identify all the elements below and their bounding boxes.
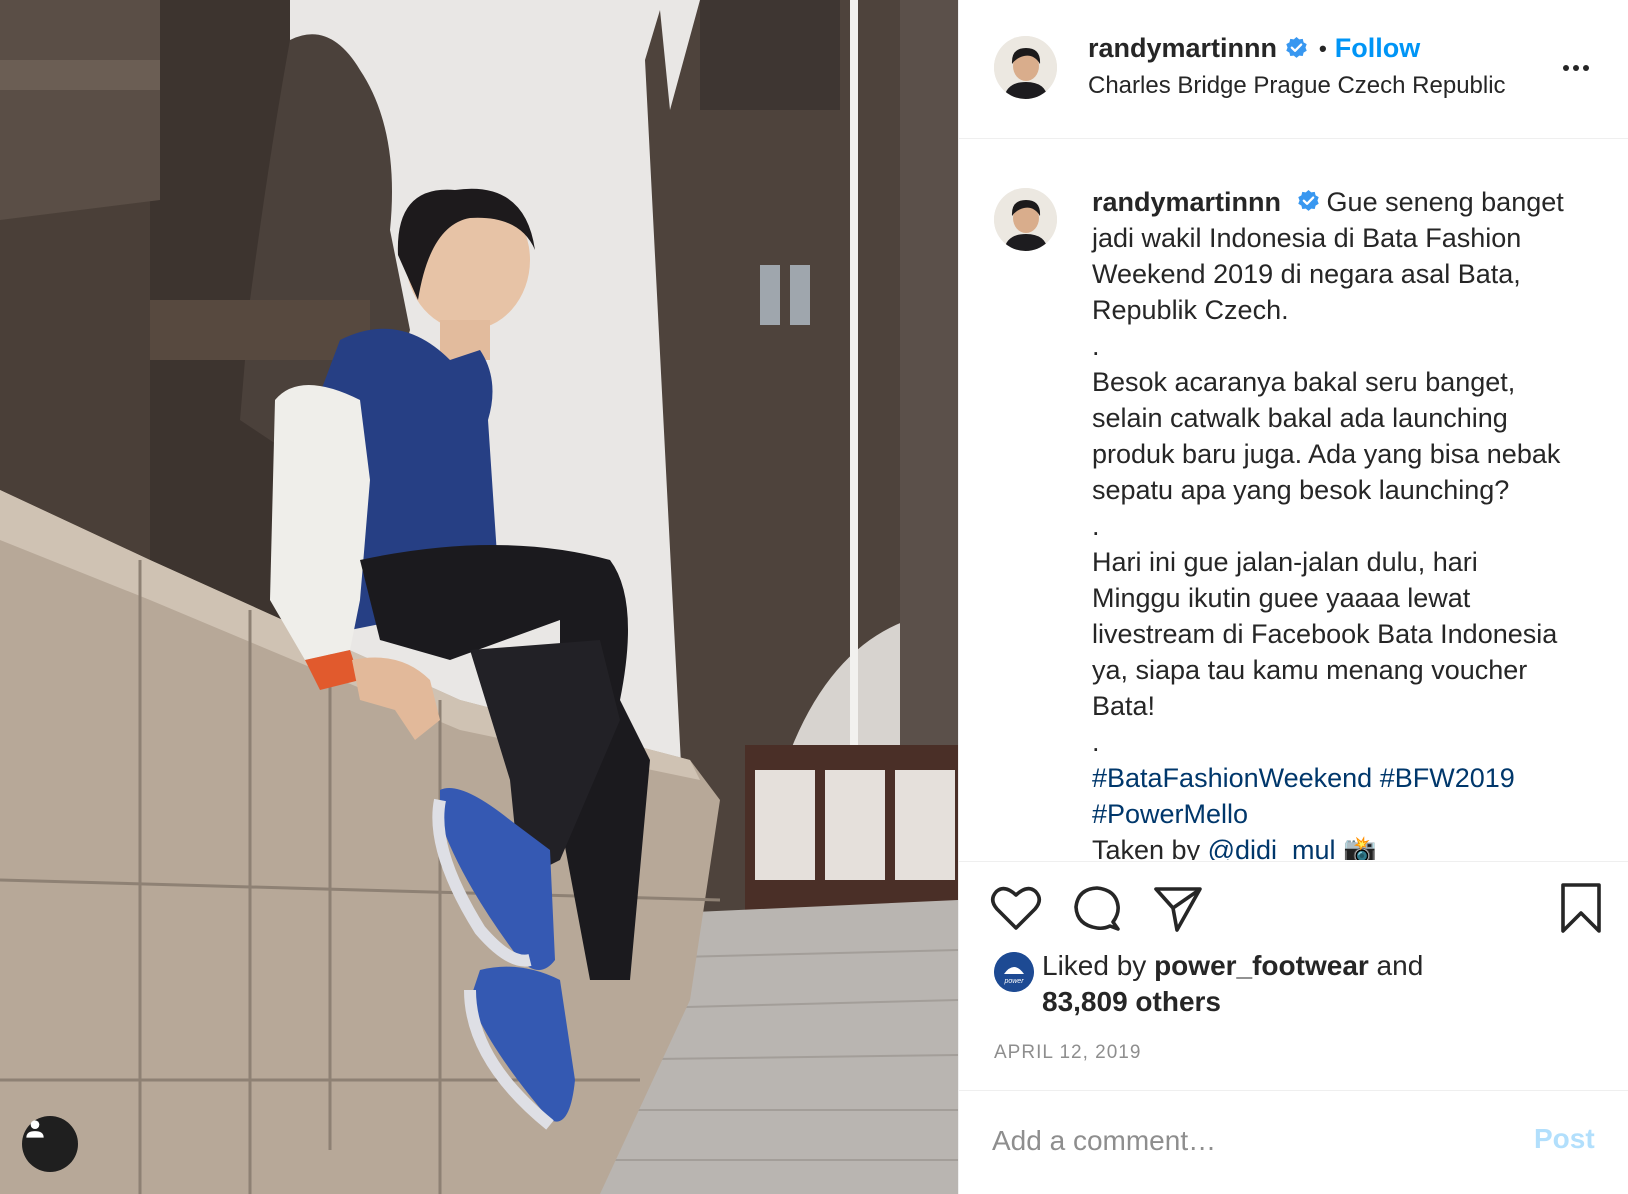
post-photo-illustration — [0, 0, 958, 1194]
author-line: randymartinnn • Follow — [1088, 33, 1420, 64]
caption-line: ya, siapa tau kamu menang voucher — [1092, 655, 1528, 685]
caption-username[interactable]: randymartinnn — [1092, 187, 1281, 217]
hashtags-line[interactable]: #PowerMello — [1092, 796, 1602, 832]
more-options-icon[interactable] — [1563, 58, 1597, 78]
comment-input[interactable] — [992, 1119, 1492, 1163]
caption-avatar-image — [994, 188, 1057, 251]
caption-line: Bata! — [1092, 691, 1156, 721]
caption-line: selain catwalk bakal ada launching — [1092, 403, 1508, 433]
author-username[interactable]: randymartinnn — [1088, 33, 1277, 64]
user-icon — [26, 1120, 44, 1138]
caption-line: Minggu ikutin guee yaaaa lewat — [1092, 583, 1471, 613]
likes-summary: Liked by power_footwear and 83,809 other… — [1042, 948, 1602, 1020]
separator-dot: • — [1319, 35, 1327, 61]
verified-badge-icon — [1296, 187, 1321, 212]
caption-line: Gue seneng banget — [1326, 187, 1564, 217]
likes-and-label: and — [1368, 950, 1424, 981]
caption-line: jadi wakil Indonesia di Bata Fashion — [1092, 223, 1522, 253]
verified-badge-icon — [1284, 36, 1309, 61]
caption-line: livestream di Facebook Bata Indonesia — [1092, 619, 1558, 649]
post-caption: randymartinnn Gue seneng banget jadi wak… — [1092, 184, 1602, 860]
post-photo[interactable] — [0, 0, 958, 1194]
heart-icon[interactable] — [990, 884, 1042, 937]
taken-by-line: Taken by @didi_mul 📸 — [1092, 832, 1602, 860]
caption-section: randymartinnn Gue seneng banget jadi wak… — [959, 140, 1628, 860]
caption-line: Hari ini gue jalan-jalan dulu, hari — [1092, 547, 1478, 577]
post-actions: power Liked by power_footwear and 83,809… — [959, 861, 1628, 1091]
post-comment-button[interactable]: Post — [1534, 1123, 1595, 1155]
photographer-mention[interactable]: @didi_mul — [1208, 835, 1336, 860]
tagged-users-button[interactable] — [22, 1116, 78, 1172]
power-logo-icon: power — [994, 952, 1034, 992]
follow-button[interactable]: Follow — [1335, 33, 1420, 64]
author-avatar[interactable] — [994, 36, 1057, 99]
caption-line: Weekend 2019 di negara asal Bata, — [1092, 259, 1521, 289]
svg-text:power: power — [1003, 978, 1024, 985]
caption-first-line: randymartinnn Gue seneng banget — [1092, 184, 1602, 220]
caption-line: . — [1092, 331, 1100, 361]
likes-count[interactable]: 83,809 others — [1042, 986, 1221, 1017]
caption-line: . — [1092, 511, 1100, 541]
post-location[interactable]: Charles Bridge Prague Czech Republic — [1088, 72, 1506, 100]
caption-line: produk baru juga. Ada yang bisa nebak — [1092, 439, 1561, 469]
hashtags-line[interactable]: #BataFashionWeekend #BFW2019 — [1092, 760, 1602, 796]
taken-by-label: Taken by — [1092, 835, 1208, 860]
post-date[interactable]: APRIL 12, 2019 — [994, 1042, 1141, 1064]
liker-avatar[interactable]: power — [994, 952, 1034, 992]
comment-icon[interactable] — [1072, 884, 1122, 939]
comment-bar: Post — [959, 1090, 1628, 1194]
bookmark-icon[interactable] — [1559, 882, 1603, 939]
caption-line: Republik Czech. — [1092, 295, 1289, 325]
caption-line: sepatu apa yang besok launching? — [1092, 475, 1510, 505]
post-side-panel: randymartinnn • Follow Charles Bridge Pr… — [958, 0, 1628, 1194]
liker-username[interactable]: power_footwear — [1154, 950, 1369, 981]
liked-by-label: Liked by — [1042, 950, 1155, 981]
camera-emoji: 📸 — [1343, 835, 1377, 860]
caption-author-avatar[interactable] — [994, 188, 1057, 251]
caption-line: . — [1092, 727, 1100, 757]
post-header: randymartinnn • Follow Charles Bridge Pr… — [959, 0, 1628, 139]
share-icon[interactable] — [1153, 884, 1203, 939]
author-avatar-image — [994, 36, 1057, 99]
caption-line: Besok acaranya bakal seru banget, — [1092, 367, 1516, 397]
